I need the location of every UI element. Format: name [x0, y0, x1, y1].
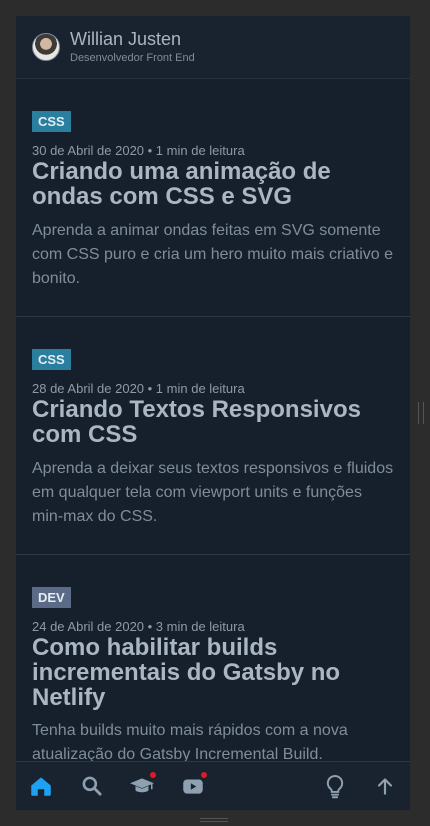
- graduation-cap-icon[interactable]: [129, 772, 156, 799]
- youtube-icon[interactable]: [180, 772, 207, 799]
- author-role: Desenvolvedor Front End: [70, 52, 195, 64]
- lightbulb-icon[interactable]: [322, 773, 348, 799]
- post-description: Aprenda a deixar seus textos responsivos…: [32, 460, 394, 525]
- app-window: Willian Justen Desenvolvedor Front End C…: [16, 16, 410, 810]
- post-tag: DEV: [32, 587, 71, 608]
- bottom-navigation: [16, 761, 410, 810]
- arrow-up-icon[interactable]: [372, 773, 398, 799]
- post-date: 24 de Abril de 2020 • 3 min de leitura: [32, 619, 245, 634]
- post-title[interactable]: Criando uma animação de ondas com CSS e …: [32, 159, 392, 209]
- author-name[interactable]: Willian Justen: [70, 29, 195, 49]
- search-icon[interactable]: [79, 773, 105, 799]
- post-tag: CSS: [32, 111, 71, 132]
- post-title[interactable]: Como habilitar builds incrementais do Ga…: [32, 635, 392, 710]
- post-card[interactable]: CSS 30 de Abril de 2020 • 1 min de leitu…: [16, 79, 410, 317]
- profile-info: Willian Justen Desenvolvedor Front End: [70, 29, 195, 65]
- avatar[interactable]: [32, 33, 60, 61]
- post-tag: CSS: [32, 349, 71, 370]
- notification-dot: [201, 772, 207, 778]
- post-card[interactable]: DEV 24 de Abril de 2020 • 3 min de leitu…: [16, 555, 410, 761]
- post-date: 28 de Abril de 2020 • 1 min de leitura: [32, 381, 245, 396]
- post-title[interactable]: Criando Textos Responsivos com CSS: [32, 397, 392, 447]
- profile-header[interactable]: Willian Justen Desenvolvedor Front End: [16, 16, 410, 79]
- post-description: Aprenda a animar ondas feitas em SVG som…: [32, 222, 394, 287]
- resize-handle-bottom[interactable]: [200, 818, 228, 822]
- post-list: CSS 30 de Abril de 2020 • 1 min de leitu…: [16, 79, 410, 761]
- post-description: Tenha builds muito mais rápidos com a no…: [32, 722, 348, 761]
- resize-handle[interactable]: [418, 402, 424, 424]
- notification-dot: [150, 772, 156, 778]
- post-card[interactable]: CSS 28 de Abril de 2020 • 1 min de leitu…: [16, 317, 410, 555]
- post-date: 30 de Abril de 2020 • 1 min de leitura: [32, 143, 245, 158]
- home-icon[interactable]: [28, 773, 54, 799]
